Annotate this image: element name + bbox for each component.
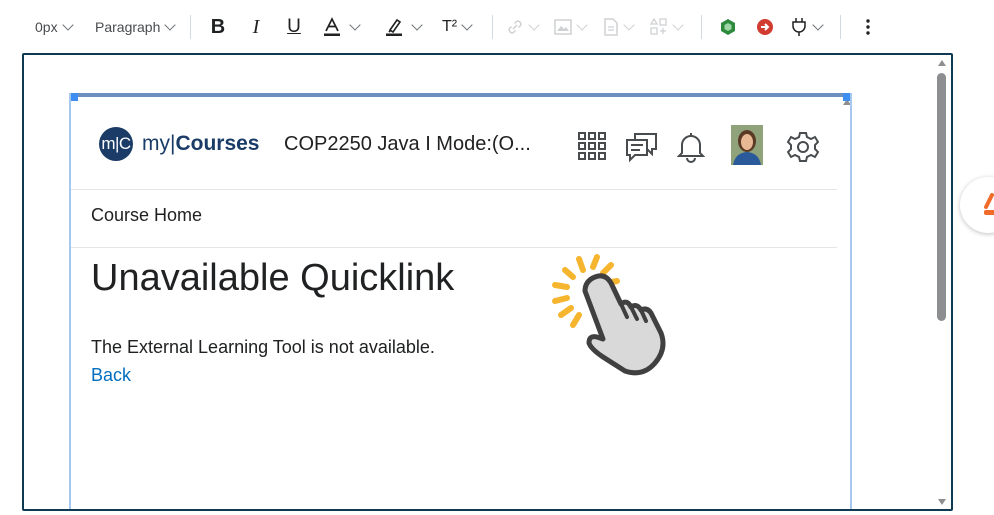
brand-prefix: my| <box>142 132 176 155</box>
editor-content-area[interactable]: m|C my|Courses COP2250 Java I Mode:(O... <box>22 53 953 511</box>
underline-button[interactable]: U <box>285 12 303 42</box>
grid-icon <box>578 132 606 160</box>
font-size-value: 0px <box>35 19 58 35</box>
underline-icon: U <box>287 16 301 37</box>
assistant-logo-icon <box>984 193 994 215</box>
bold-icon: B <box>210 15 226 38</box>
plugins-dropdown[interactable] <box>790 12 824 42</box>
scroll-up-arrow-icon[interactable] <box>938 60 946 66</box>
scroll-down-arrow-icon[interactable] <box>938 499 946 505</box>
insert-document-button[interactable] <box>603 12 635 42</box>
highlighter-icon <box>386 18 402 36</box>
insert-stuff-button[interactable] <box>719 12 737 42</box>
insert-link-button[interactable] <box>506 12 540 42</box>
insert-image-button[interactable] <box>554 12 588 42</box>
italic-icon: I <box>252 15 260 38</box>
chevron-down-icon <box>623 19 635 31</box>
shapes-icon <box>650 18 667 35</box>
font-size-dropdown[interactable]: 0px <box>35 12 74 42</box>
back-link[interactable]: Back <box>91 365 131 386</box>
more-vertical-icon <box>866 19 870 35</box>
avatar <box>731 125 763 165</box>
mycourses-brand: m|C my|Courses <box>99 127 259 161</box>
quicklink-icon <box>757 19 773 35</box>
document-icon <box>604 18 618 36</box>
embedded-image[interactable]: m|C my|Courses COP2250 Java I Mode:(O... <box>69 93 852 509</box>
block-format-dropdown[interactable]: Paragraph <box>95 12 177 42</box>
mycourses-logo: m|C <box>99 127 133 161</box>
image-icon <box>554 19 572 35</box>
chevron-down-icon <box>672 19 684 31</box>
cube-icon <box>721 19 735 35</box>
plug-icon <box>792 18 806 36</box>
chevron-down-icon <box>164 19 177 31</box>
brand-name-bold: Courses <box>175 132 260 155</box>
chat-icon <box>626 133 657 163</box>
text-color-icon <box>324 17 340 36</box>
page-title: Unavailable Quicklink <box>91 257 455 299</box>
editor-toolbar: 0px Paragraph B I U T² <box>0 0 994 54</box>
chevron-down-icon <box>411 19 423 31</box>
text-color-button[interactable] <box>323 12 361 42</box>
gear-icon <box>787 132 819 162</box>
embedded-nav-header: m|C my|Courses COP2250 Java I Mode:(O... <box>71 97 837 190</box>
chevron-down-icon <box>349 19 361 31</box>
quicklink-button[interactable] <box>756 12 774 42</box>
toolbar-separator <box>190 15 191 39</box>
unavailable-message: The External Learning Tool is not availa… <box>91 337 435 357</box>
chevron-down-icon <box>576 19 588 31</box>
superscript-dropdown[interactable]: T² <box>442 12 473 42</box>
course-title: COP2250 Java I Mode:(O... <box>284 133 531 155</box>
editor-scrollbar[interactable] <box>935 55 949 509</box>
avatar-photo-icon <box>731 125 763 165</box>
italic-button[interactable]: I <box>247 12 265 42</box>
more-actions-button[interactable] <box>864 12 872 42</box>
insert-element-button[interactable] <box>650 12 684 42</box>
content-divider <box>71 247 837 248</box>
toolbar-separator <box>701 15 702 39</box>
toolbar-separator <box>492 15 493 39</box>
superscript-icon: T² <box>442 18 458 35</box>
brand-name: my|Courses <box>142 132 259 156</box>
clicking-hand-icon <box>552 254 666 376</box>
resize-handle-top-left[interactable] <box>71 93 78 101</box>
bell-icon <box>677 133 705 163</box>
bold-button[interactable]: B <box>208 12 228 42</box>
toolbar-separator <box>840 15 841 39</box>
chevron-down-icon <box>528 19 540 31</box>
chevron-down-icon <box>812 19 824 31</box>
highlight-color-button[interactable] <box>385 12 423 42</box>
floating-assistant-button[interactable] <box>960 177 994 233</box>
scrollbar-thumb[interactable] <box>937 73 946 321</box>
chevron-down-icon <box>61 19 74 31</box>
block-format-value: Paragraph <box>95 19 161 35</box>
chevron-down-icon <box>461 19 473 31</box>
link-icon <box>508 20 522 34</box>
breadcrumb: Course Home <box>91 205 203 225</box>
resize-handle-top-right[interactable] <box>843 93 850 101</box>
